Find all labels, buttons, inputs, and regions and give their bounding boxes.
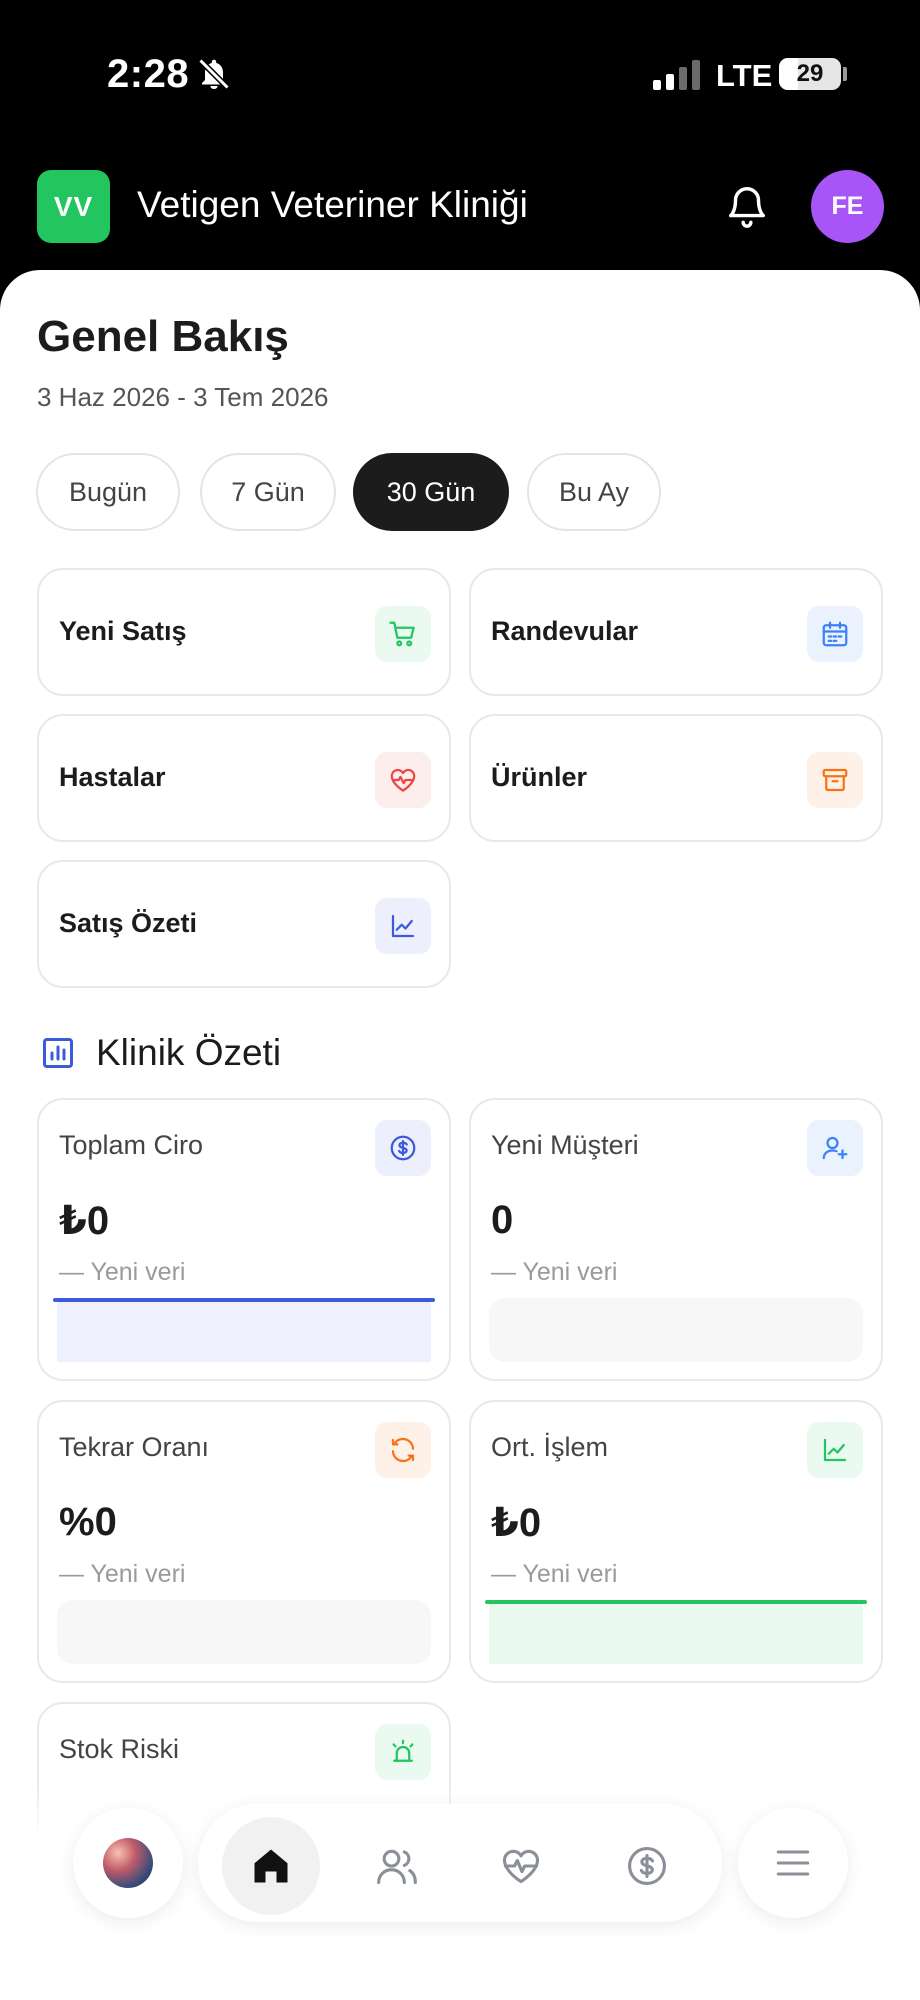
stat-value: %0 <box>59 1500 117 1544</box>
sparkline-empty <box>57 1600 431 1664</box>
battery-nub <box>843 67 847 81</box>
quick-action-label: Satış Özeti <box>59 908 198 938</box>
bar-chart-icon <box>43 1038 73 1068</box>
heart-pulse-icon <box>502 1849 540 1884</box>
clinic-name: Vetigen Veteriner Kliniği <box>137 184 528 225</box>
stat-card-new-customers[interactable]: Yeni Müşteri 0 — Yeni veri <box>469 1098 883 1381</box>
quick-action-new-sale[interactable]: Yeni Satış <box>37 568 451 696</box>
stat-trend: — Yeni veri <box>59 1258 186 1286</box>
stat-trend: — Yeni veri <box>59 1560 186 1588</box>
bottom-nav <box>198 1804 722 1922</box>
dollar-circle-icon <box>628 1847 666 1885</box>
calendar-icon <box>807 606 863 662</box>
main-content: Genel Bakış 3 Haz 2026 - 3 Tem 2026 Bugü… <box>0 270 920 2000</box>
stat-label: Yeni Müşteri <box>491 1130 639 1160</box>
filter-today[interactable]: Bugün <box>36 453 180 531</box>
archive-box-icon <box>807 752 863 808</box>
home-icon <box>254 1849 288 1883</box>
quick-action-label: Ürünler <box>491 762 588 792</box>
stat-label: Tekrar Oranı <box>59 1432 210 1462</box>
assistant-orb-icon <box>103 1838 153 1888</box>
quick-action-appointments[interactable]: Randevular <box>469 568 883 696</box>
sparkline-empty <box>489 1298 863 1362</box>
stat-label: Ort. İşlem <box>491 1432 609 1462</box>
quick-action-patients[interactable]: Hastalar <box>37 714 451 842</box>
nav-home[interactable] <box>222 1817 320 1915</box>
signal-icon <box>653 60 700 90</box>
filter-7-days[interactable]: 7 Gün <box>200 453 336 531</box>
trend-chart-icon <box>807 1422 863 1478</box>
sparkline <box>53 1298 435 1362</box>
stat-card-avg-transaction[interactable]: Ort. İşlem ₺0 — Yeni veri <box>469 1400 883 1683</box>
assistant-orb-button[interactable] <box>73 1808 183 1918</box>
alarm-icon <box>375 1724 431 1780</box>
cart-icon <box>375 606 431 662</box>
heart-pulse-icon <box>375 752 431 808</box>
network-type: LTE <box>716 58 773 93</box>
stat-label: Stok Riski <box>59 1734 180 1764</box>
stat-value: ₺0 <box>491 1501 542 1545</box>
menu-button[interactable] <box>738 1808 848 1918</box>
clinic-logo[interactable]: VV <box>37 170 110 243</box>
quick-action-sales-summary[interactable]: Satış Özeti <box>37 860 451 988</box>
stat-value: ₺0 <box>59 1199 110 1243</box>
stat-card-total-revenue[interactable]: Toplam Ciro ₺0 — Yeni veri <box>37 1098 451 1381</box>
stat-card-repeat-rate[interactable]: Tekrar Oranı %0 — Yeni veri <box>37 1400 451 1683</box>
battery-level: 29 <box>796 60 824 87</box>
dollar-circle-icon <box>375 1120 431 1176</box>
user-plus-icon <box>807 1120 863 1176</box>
bell-off-icon <box>198 58 230 90</box>
page-title: Genel Bakış <box>37 312 289 361</box>
line-chart-icon <box>375 898 431 954</box>
user-avatar[interactable]: FE <box>811 170 884 243</box>
nav-patients[interactable] <box>472 1817 570 1915</box>
hamburger-menu-icon <box>776 1850 810 1876</box>
stat-label: Toplam Ciro <box>59 1130 204 1160</box>
refresh-icon <box>375 1422 431 1478</box>
battery-icon: 29 <box>779 58 841 90</box>
stat-trend: — Yeni veri <box>491 1560 618 1588</box>
status-time: 2:28 <box>107 52 190 96</box>
users-icon <box>377 1849 417 1885</box>
date-range: 3 Haz 2026 - 3 Tem 2026 <box>37 382 329 412</box>
section-title: Klinik Özeti <box>96 1032 282 1073</box>
stat-value: 0 <box>491 1198 514 1242</box>
quick-action-products[interactable]: Ürünler <box>469 714 883 842</box>
quick-action-label: Hastalar <box>59 762 166 792</box>
filter-30-days[interactable]: 30 Gün <box>353 453 509 531</box>
nav-clients[interactable] <box>348 1817 446 1915</box>
app-header: VV Vetigen Veteriner Kliniği FE <box>0 150 920 280</box>
quick-action-label: Yeni Satış <box>59 616 187 646</box>
status-bar: 2:28 LTE 29 <box>0 0 920 150</box>
stat-trend: — Yeni veri <box>491 1258 618 1286</box>
quick-action-label: Randevular <box>491 616 639 646</box>
notification-bell-icon[interactable] <box>724 180 770 232</box>
nav-finance[interactable] <box>598 1817 696 1915</box>
sparkline <box>485 1600 867 1664</box>
filter-this-month[interactable]: Bu Ay <box>527 453 661 531</box>
